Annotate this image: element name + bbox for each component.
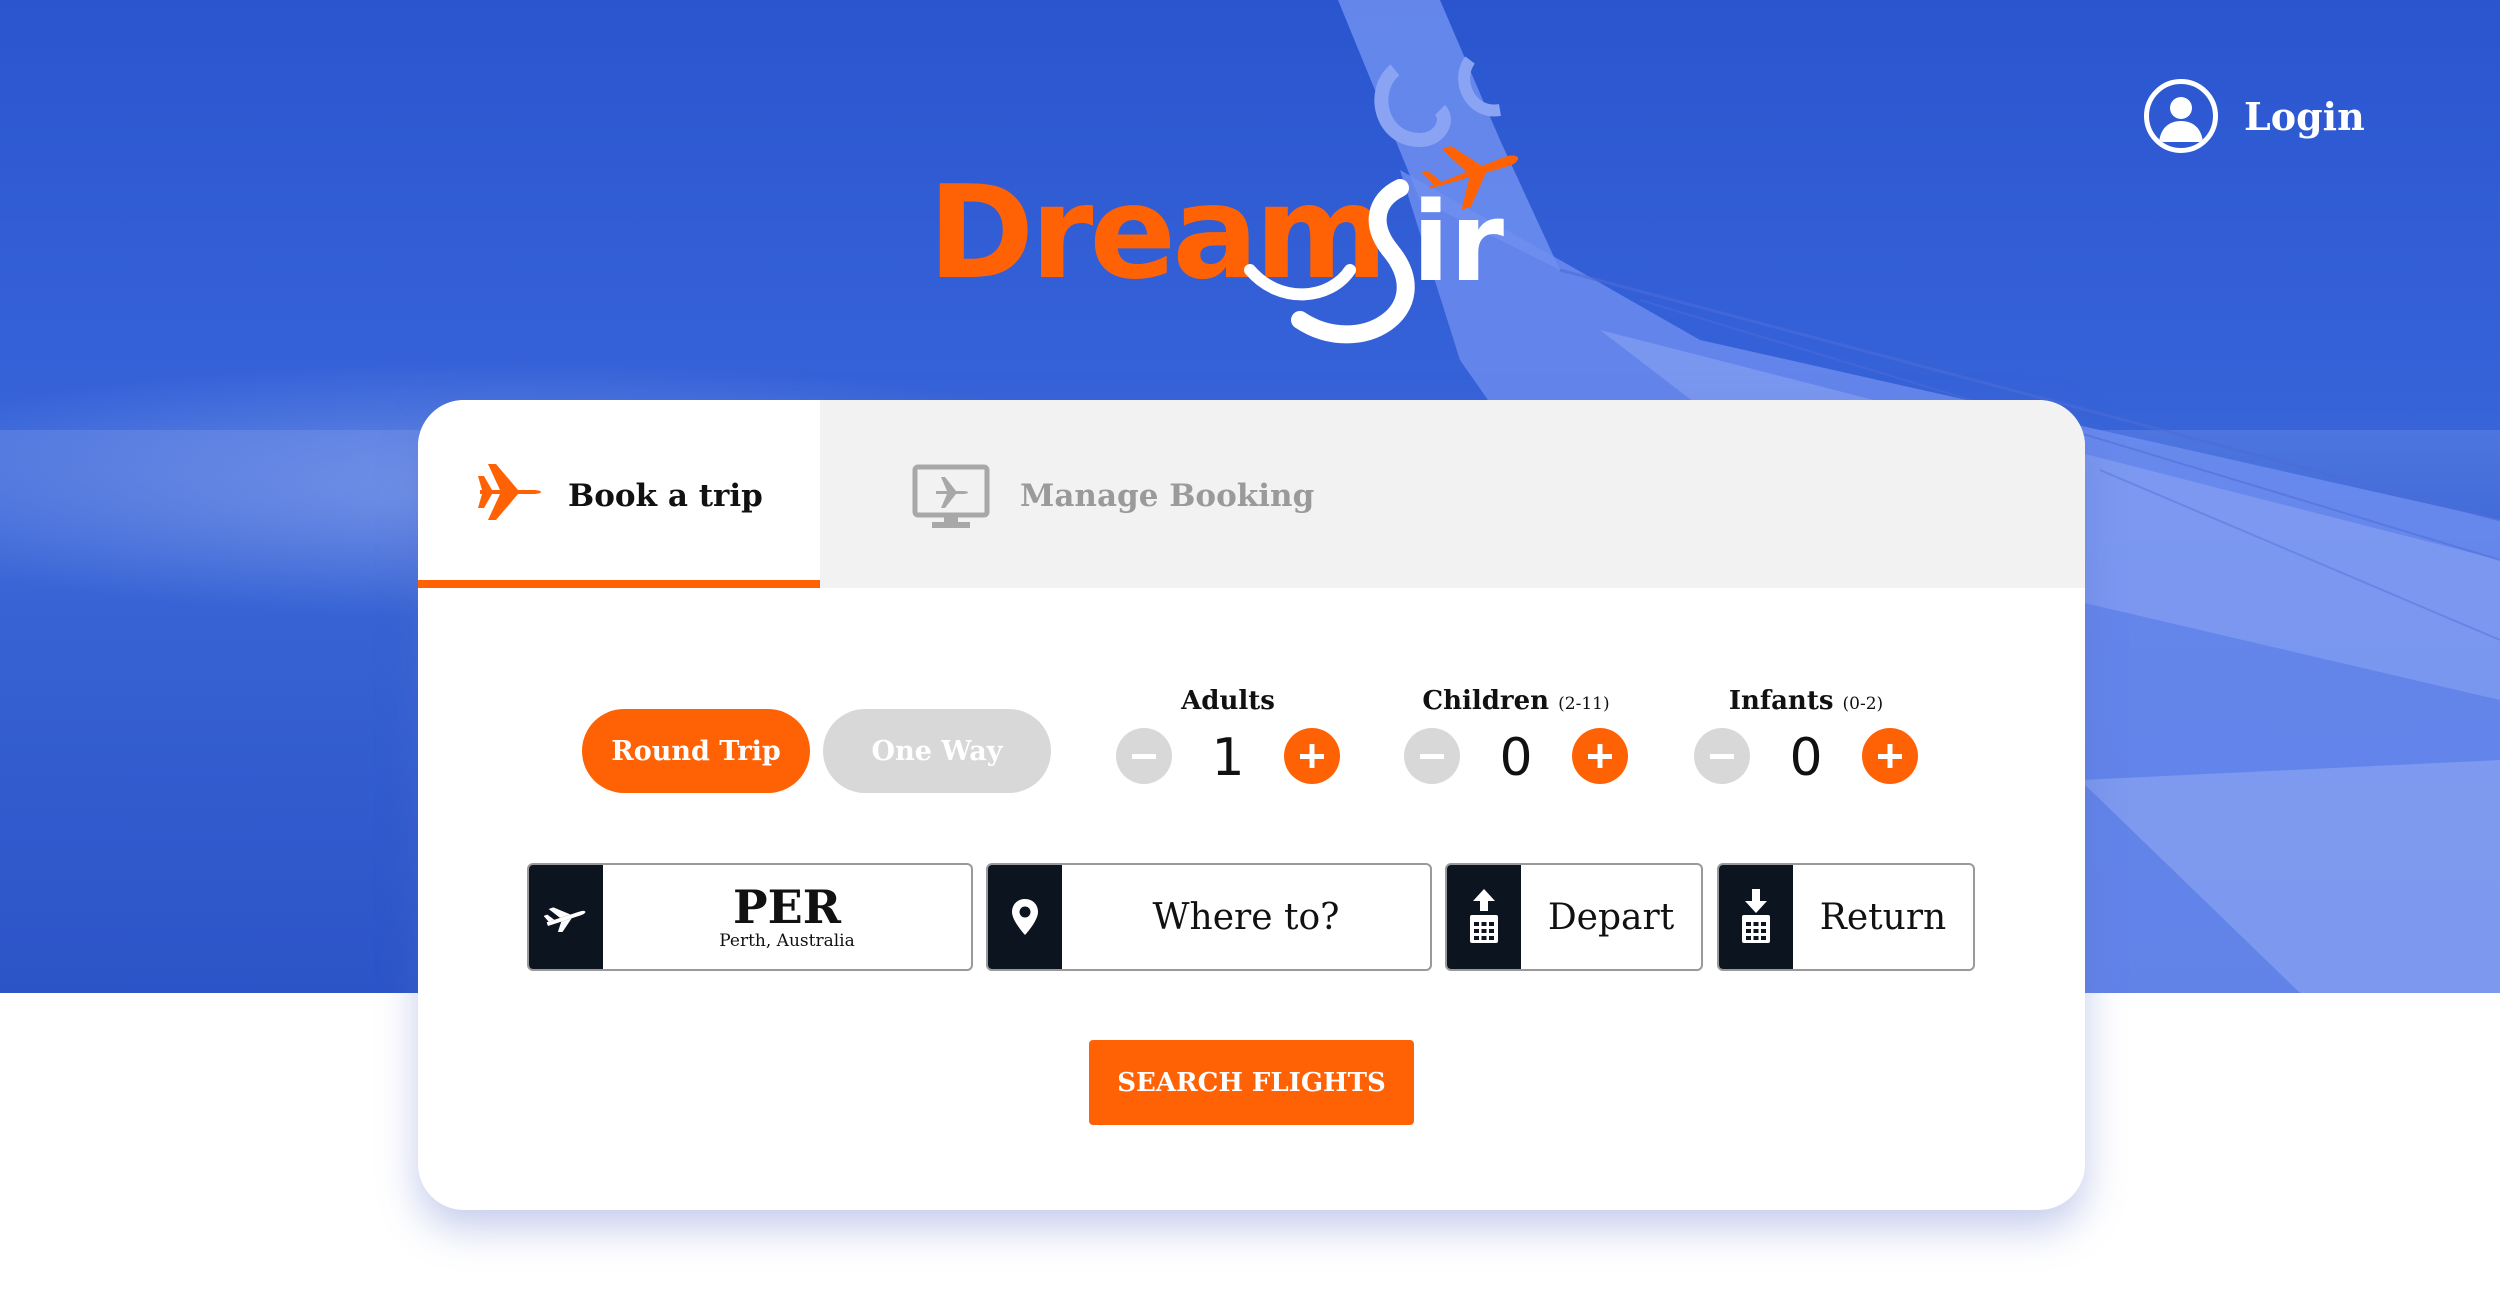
return-label: Return: [1819, 896, 1947, 938]
search-flights-button[interactable]: SEARCH FLIGHTS: [1089, 1040, 1414, 1125]
departing-plane-icon: [529, 865, 603, 969]
adults-decrement-button[interactable]: [1116, 728, 1172, 784]
destination-field[interactable]: Where to?: [986, 863, 1432, 971]
booking-card: Book a trip Manage Booking Round Trip On…: [418, 400, 2085, 1210]
adults-counter: Adults 1: [1116, 686, 1340, 796]
logo-swoosh: ir: [1244, 145, 1519, 344]
children-decrement-button[interactable]: [1404, 728, 1460, 784]
depart-label: Depart: [1547, 896, 1675, 938]
login-label: Login: [2244, 93, 2365, 139]
booking-tabs: Book a trip Manage Booking: [418, 400, 2085, 588]
one-way-button[interactable]: One Way: [823, 709, 1051, 793]
infants-label: Infants (0-2): [1728, 686, 1884, 716]
active-tab-indicator: [418, 580, 820, 588]
round-trip-button[interactable]: Round Trip: [582, 709, 810, 793]
monitor-airplane-icon: [912, 464, 990, 534]
infants-increment-button[interactable]: [1862, 728, 1918, 784]
origin-code: PER: [733, 880, 841, 934]
svg-text:ir: ir: [1412, 178, 1504, 306]
children-age-range: (2-11): [1558, 694, 1610, 714]
origin-field[interactable]: PER Perth, Australia: [527, 863, 973, 971]
infants-decrement-button[interactable]: [1694, 728, 1750, 784]
children-counter: Children (2-11) 0: [1404, 686, 1628, 796]
return-date-field[interactable]: Return: [1717, 863, 1975, 971]
login-button[interactable]: Login: [2144, 78, 2365, 154]
infants-counter: Infants (0-2) 0: [1694, 686, 1918, 796]
airplane-icon: [478, 460, 542, 528]
dreamair-logo: Dream ir: [920, 130, 1600, 350]
tab-book-a-trip[interactable]: Book a trip: [418, 400, 820, 588]
tab-manage-label: Manage Booking: [1020, 478, 1315, 514]
adults-value: 1: [1211, 728, 1245, 788]
adults-increment-button[interactable]: [1284, 728, 1340, 784]
children-label: Children (2-11): [1422, 686, 1610, 716]
destination-placeholder: Where to?: [1152, 896, 1340, 938]
calendar-return-icon: [1719, 865, 1793, 969]
depart-date-field[interactable]: Depart: [1445, 863, 1703, 971]
tab-manage-booking[interactable]: Manage Booking: [820, 400, 2085, 588]
user-icon: [2144, 79, 2218, 153]
origin-city: Perth, Australia: [719, 931, 855, 951]
tab-book-label: Book a trip: [568, 478, 763, 514]
infants-age-range: (0-2): [1842, 694, 1884, 714]
children-value: 0: [1499, 728, 1533, 788]
map-pin-icon: [988, 865, 1062, 969]
infants-value: 0: [1789, 728, 1823, 788]
adults-label: Adults: [1181, 686, 1275, 716]
calendar-depart-icon: [1447, 865, 1521, 969]
children-increment-button[interactable]: [1572, 728, 1628, 784]
